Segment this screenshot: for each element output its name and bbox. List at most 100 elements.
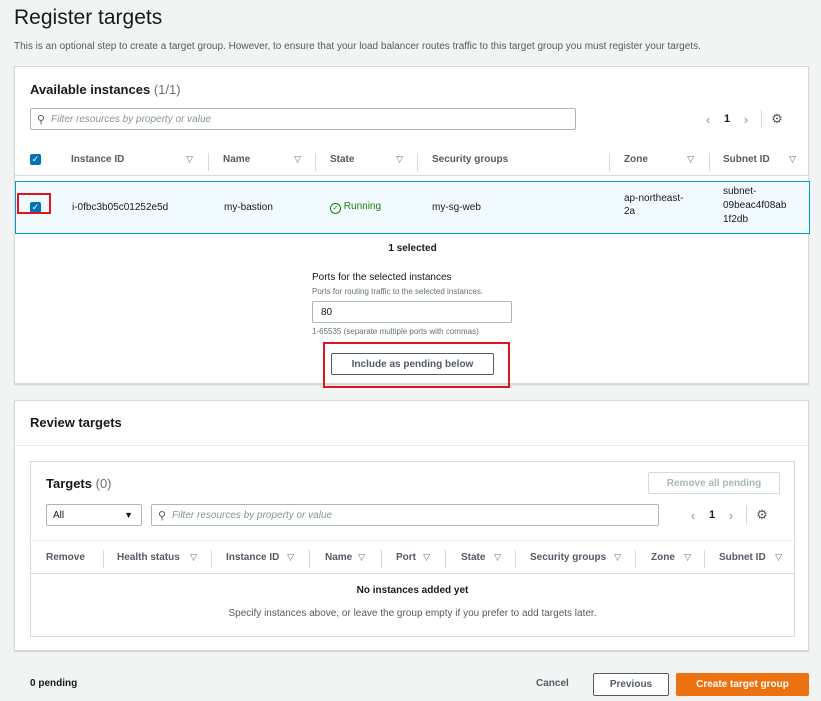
chevron-right-icon[interactable]: › (735, 112, 757, 127)
column-security-groups[interactable]: Security groups ▽ (530, 541, 621, 573)
sort-icon: ▽ (186, 154, 193, 164)
ports-hint: 1-65535 (separate multiple ports with co… (312, 327, 479, 336)
empty-state-title: No instances added yet (356, 585, 469, 596)
sort-icon: ▽ (614, 551, 621, 562)
previous-button[interactable]: Previous (593, 673, 669, 696)
column-divider (417, 153, 418, 171)
state-cell: ✓ Running (330, 201, 381, 214)
remove-all-pending-button[interactable]: Remove all pending (648, 472, 780, 494)
column-state[interactable]: State ▽ (461, 541, 501, 573)
targets-page-number[interactable]: 1 (704, 509, 720, 521)
chevron-right-icon[interactable]: › (720, 508, 742, 523)
sort-icon: ▽ (423, 551, 430, 562)
column-divider (515, 550, 516, 568)
column-name[interactable]: Name ▽ (223, 144, 301, 175)
column-divider (103, 550, 104, 568)
sort-icon: ▽ (789, 154, 796, 164)
ports-input[interactable]: 80 (312, 301, 512, 323)
caret-down-icon: ▼ (124, 510, 133, 520)
empty-state-description: Specify instances above, or leave the gr… (228, 608, 597, 619)
available-instances-panel: Available instances (1/1) ⚲ Filter resou… (14, 66, 810, 384)
column-instance-id[interactable]: Instance ID ▽ (226, 541, 294, 573)
targets-title: Targets (46, 476, 92, 491)
ports-value: 80 (321, 306, 333, 318)
cancel-button[interactable]: Cancel (536, 678, 569, 689)
gear-icon[interactable]: ⚙ (770, 112, 784, 126)
column-name[interactable]: Name ▽ (325, 541, 365, 573)
review-targets-panel: Review targets Targets (0) Remove all pe… (14, 400, 809, 651)
pagination-divider (746, 506, 747, 524)
available-pagination: ‹ 1 › ⚙ (697, 110, 784, 128)
column-divider (635, 550, 636, 568)
review-targets-title: Review targets (30, 415, 122, 430)
targets-header: Targets (0) (46, 476, 112, 491)
chevron-left-icon[interactable]: ‹ (697, 112, 719, 127)
available-filter-input[interactable]: ⚲ Filter resources by property or value (30, 108, 576, 130)
column-divider (381, 550, 382, 568)
column-subnet-id[interactable]: Subnet ID ▽ (723, 144, 796, 175)
table-row[interactable]: ✓ i-0fbc3b05c01252e5d my-bastion ✓ Runni… (15, 181, 810, 234)
page-description: This is an optional step to create a tar… (14, 41, 701, 52)
pagination-divider (761, 110, 762, 128)
column-divider (315, 153, 316, 171)
column-instance-id[interactable]: Instance ID ▽ (71, 144, 193, 175)
available-filter-placeholder: Filter resources by property or value (51, 113, 212, 125)
sort-icon: ▽ (494, 551, 501, 562)
name-cell: my-bastion (224, 202, 273, 213)
chevron-left-icon[interactable]: ‹ (682, 508, 704, 523)
state-label: Running (343, 201, 382, 212)
column-security-groups[interactable]: Security groups (432, 144, 602, 175)
checkbox-highlight (17, 193, 51, 214)
column-divider (609, 153, 610, 171)
targets-status-select[interactable]: All ▼ (46, 504, 142, 526)
column-divider (709, 153, 710, 171)
column-subnet-id[interactable]: Subnet ID ▽ (719, 541, 782, 573)
column-remove: Remove (46, 551, 85, 563)
available-table-header: ✓ Instance ID ▽ Name ▽ State ▽ Security gro… (15, 144, 808, 176)
targets-table-header: Remove Health status ▽ Instance ID ▽ Name ▽… (31, 540, 794, 574)
status-ok-icon: ✓ (330, 203, 341, 214)
selected-count: 1 selected (388, 243, 437, 254)
subnet-cell: subnet- 09beac4f08ab 1f2db (723, 186, 787, 225)
available-instances-title: Available instances (30, 82, 151, 97)
create-target-group-button[interactable]: Create target group (676, 673, 809, 696)
available-instances-count: (1/1) (153, 82, 181, 97)
security-groups-cell: my-sg-web (432, 202, 481, 213)
sort-icon: ▽ (684, 551, 691, 562)
ports-description: Ports for routing traffic to the selecte… (312, 287, 484, 296)
targets-pagination: ‹ 1 › ⚙ (682, 506, 769, 524)
select-value: All (53, 509, 65, 521)
targets-container: Targets (0) Remove all pending All ▼ ⚲ F… (30, 461, 795, 637)
targets-count: (0) (95, 476, 112, 491)
column-zone[interactable]: Zone ▽ (651, 541, 691, 573)
available-page-number[interactable]: 1 (719, 113, 735, 125)
sort-icon: ▽ (687, 154, 694, 164)
column-divider (309, 550, 310, 568)
available-instances-header: Available instances (1/1) (30, 82, 181, 97)
include-button-highlight (323, 342, 510, 388)
pending-count: 0 pending (30, 678, 78, 689)
column-health-status[interactable]: Health status ▽ (117, 541, 197, 573)
page-title: Register targets (14, 6, 163, 29)
column-port[interactable]: Port ▽ (396, 541, 430, 573)
sort-icon: ▽ (287, 551, 294, 562)
zone-cell: ap-northeast- 2a (624, 193, 684, 217)
sort-icon: ▽ (190, 551, 197, 562)
column-divider (211, 550, 212, 568)
review-divider (15, 445, 808, 446)
targets-filter-input[interactable]: ⚲ Filter resources by property or value (151, 504, 659, 526)
sort-icon: ▽ (396, 154, 403, 164)
sort-icon: ▽ (775, 551, 782, 562)
instance-id-cell: i-0fbc3b05c01252e5d (72, 202, 169, 213)
ports-label: Ports for the selected instances (312, 272, 452, 283)
gear-icon[interactable]: ⚙ (755, 508, 769, 522)
column-state[interactable]: State ▽ (330, 144, 403, 175)
search-icon: ⚲ (158, 509, 167, 522)
sort-icon: ▽ (294, 154, 301, 164)
select-all-checkbox[interactable]: ✓ (30, 154, 41, 165)
column-divider (208, 153, 209, 171)
column-divider (445, 550, 446, 568)
column-zone[interactable]: Zone ▽ (624, 144, 694, 175)
column-divider (704, 550, 705, 568)
search-icon: ⚲ (37, 113, 46, 126)
